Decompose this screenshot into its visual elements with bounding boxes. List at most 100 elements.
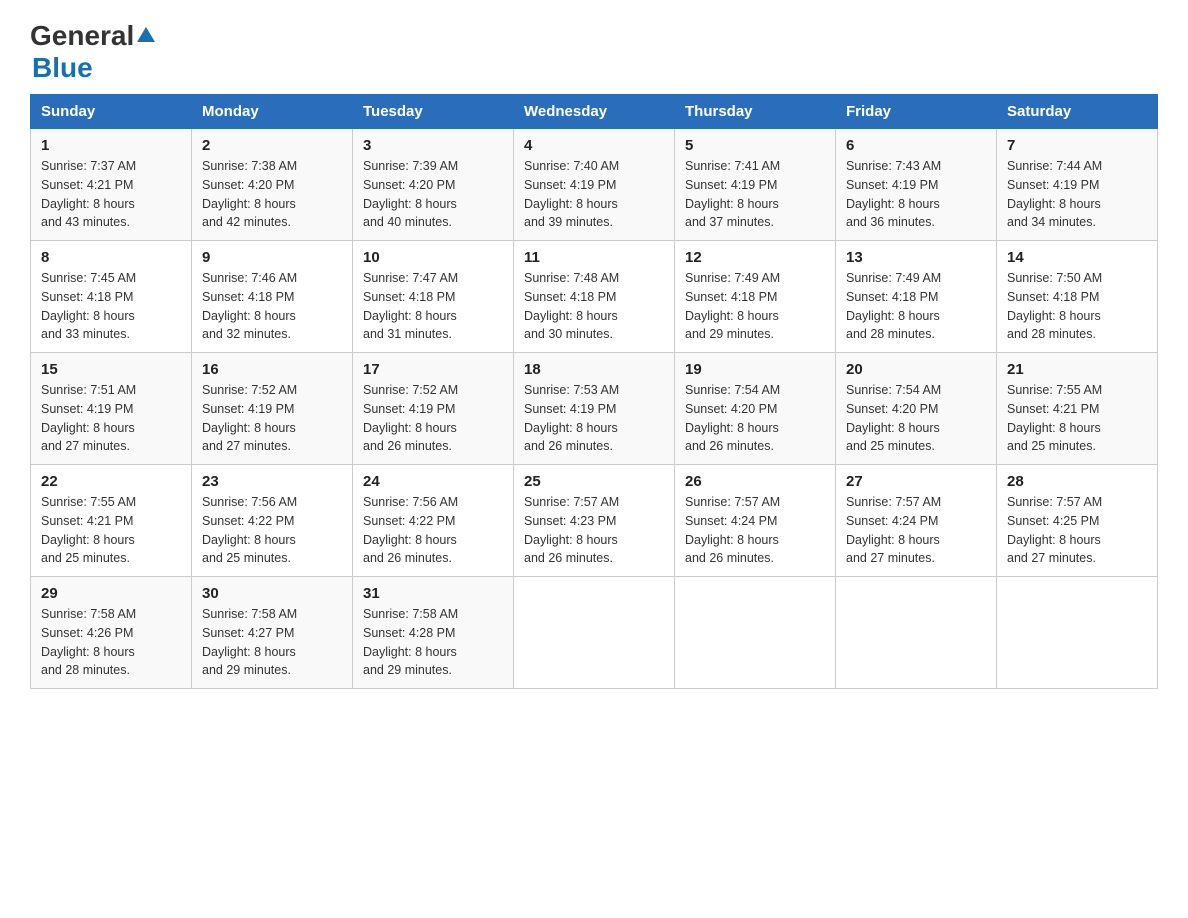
day-number: 27 [846,473,986,490]
day-number: 8 [41,249,181,266]
day-info: Sunrise: 7:41 AMSunset: 4:19 PMDaylight:… [685,159,780,229]
day-info: Sunrise: 7:49 AMSunset: 4:18 PMDaylight:… [846,271,941,341]
day-number: 18 [524,361,664,378]
day-number: 11 [524,249,664,266]
calendar-week-4: 22 Sunrise: 7:55 AMSunset: 4:21 PMDaylig… [31,465,1158,577]
weekday-header-sunday: Sunday [31,95,192,129]
day-info: Sunrise: 7:58 AMSunset: 4:26 PMDaylight:… [41,607,136,677]
calendar-cell: 30 Sunrise: 7:58 AMSunset: 4:27 PMDaylig… [192,577,353,689]
weekday-header-friday: Friday [836,95,997,129]
day-info: Sunrise: 7:54 AMSunset: 4:20 PMDaylight:… [685,383,780,453]
day-number: 29 [41,585,181,602]
day-info: Sunrise: 7:45 AMSunset: 4:18 PMDaylight:… [41,271,136,341]
weekday-header-row: SundayMondayTuesdayWednesdayThursdayFrid… [31,95,1158,129]
logo-blue-text: Blue [32,52,93,83]
day-number: 30 [202,585,342,602]
day-info: Sunrise: 7:48 AMSunset: 4:18 PMDaylight:… [524,271,619,341]
day-info: Sunrise: 7:57 AMSunset: 4:25 PMDaylight:… [1007,495,1102,565]
day-number: 6 [846,137,986,154]
logo: General Blue [30,20,155,84]
day-info: Sunrise: 7:56 AMSunset: 4:22 PMDaylight:… [363,495,458,565]
weekday-header-thursday: Thursday [675,95,836,129]
calendar-cell: 14 Sunrise: 7:50 AMSunset: 4:18 PMDaylig… [997,241,1158,353]
day-info: Sunrise: 7:47 AMSunset: 4:18 PMDaylight:… [363,271,458,341]
calendar-cell: 27 Sunrise: 7:57 AMSunset: 4:24 PMDaylig… [836,465,997,577]
calendar-week-2: 8 Sunrise: 7:45 AMSunset: 4:18 PMDayligh… [31,241,1158,353]
day-number: 17 [363,361,503,378]
calendar-cell: 25 Sunrise: 7:57 AMSunset: 4:23 PMDaylig… [514,465,675,577]
day-number: 5 [685,137,825,154]
calendar-cell: 11 Sunrise: 7:48 AMSunset: 4:18 PMDaylig… [514,241,675,353]
calendar-cell: 7 Sunrise: 7:44 AMSunset: 4:19 PMDayligh… [997,129,1158,241]
day-number: 21 [1007,361,1147,378]
day-info: Sunrise: 7:43 AMSunset: 4:19 PMDaylight:… [846,159,941,229]
calendar-week-3: 15 Sunrise: 7:51 AMSunset: 4:19 PMDaylig… [31,353,1158,465]
calendar-cell: 15 Sunrise: 7:51 AMSunset: 4:19 PMDaylig… [31,353,192,465]
calendar-week-5: 29 Sunrise: 7:58 AMSunset: 4:26 PMDaylig… [31,577,1158,689]
day-info: Sunrise: 7:54 AMSunset: 4:20 PMDaylight:… [846,383,941,453]
day-info: Sunrise: 7:40 AMSunset: 4:19 PMDaylight:… [524,159,619,229]
day-number: 16 [202,361,342,378]
calendar-cell: 3 Sunrise: 7:39 AMSunset: 4:20 PMDayligh… [353,129,514,241]
day-info: Sunrise: 7:52 AMSunset: 4:19 PMDaylight:… [363,383,458,453]
day-number: 2 [202,137,342,154]
calendar-cell: 5 Sunrise: 7:41 AMSunset: 4:19 PMDayligh… [675,129,836,241]
day-number: 13 [846,249,986,266]
day-number: 14 [1007,249,1147,266]
calendar-cell: 26 Sunrise: 7:57 AMSunset: 4:24 PMDaylig… [675,465,836,577]
calendar-cell: 23 Sunrise: 7:56 AMSunset: 4:22 PMDaylig… [192,465,353,577]
day-number: 10 [363,249,503,266]
calendar-cell: 12 Sunrise: 7:49 AMSunset: 4:18 PMDaylig… [675,241,836,353]
day-info: Sunrise: 7:58 AMSunset: 4:28 PMDaylight:… [363,607,458,677]
calendar-cell: 4 Sunrise: 7:40 AMSunset: 4:19 PMDayligh… [514,129,675,241]
day-info: Sunrise: 7:55 AMSunset: 4:21 PMDaylight:… [41,495,136,565]
day-info: Sunrise: 7:37 AMSunset: 4:21 PMDaylight:… [41,159,136,229]
calendar-cell: 1 Sunrise: 7:37 AMSunset: 4:21 PMDayligh… [31,129,192,241]
calendar-cell: 22 Sunrise: 7:55 AMSunset: 4:21 PMDaylig… [31,465,192,577]
page-header: General Blue [30,20,1158,84]
logo-general-text: General [30,20,134,52]
day-info: Sunrise: 7:58 AMSunset: 4:27 PMDaylight:… [202,607,297,677]
weekday-header-tuesday: Tuesday [353,95,514,129]
day-number: 31 [363,585,503,602]
calendar-cell: 9 Sunrise: 7:46 AMSunset: 4:18 PMDayligh… [192,241,353,353]
calendar-cell: 8 Sunrise: 7:45 AMSunset: 4:18 PMDayligh… [31,241,192,353]
day-info: Sunrise: 7:44 AMSunset: 4:19 PMDaylight:… [1007,159,1102,229]
day-info: Sunrise: 7:49 AMSunset: 4:18 PMDaylight:… [685,271,780,341]
calendar-cell: 21 Sunrise: 7:55 AMSunset: 4:21 PMDaylig… [997,353,1158,465]
day-number: 4 [524,137,664,154]
day-info: Sunrise: 7:55 AMSunset: 4:21 PMDaylight:… [1007,383,1102,453]
day-number: 9 [202,249,342,266]
day-number: 24 [363,473,503,490]
day-info: Sunrise: 7:57 AMSunset: 4:24 PMDaylight:… [846,495,941,565]
day-number: 3 [363,137,503,154]
day-number: 15 [41,361,181,378]
day-number: 26 [685,473,825,490]
day-info: Sunrise: 7:39 AMSunset: 4:20 PMDaylight:… [363,159,458,229]
day-number: 7 [1007,137,1147,154]
day-info: Sunrise: 7:56 AMSunset: 4:22 PMDaylight:… [202,495,297,565]
day-number: 19 [685,361,825,378]
day-number: 1 [41,137,181,154]
day-info: Sunrise: 7:52 AMSunset: 4:19 PMDaylight:… [202,383,297,453]
day-info: Sunrise: 7:53 AMSunset: 4:19 PMDaylight:… [524,383,619,453]
calendar-cell [836,577,997,689]
calendar-cell: 18 Sunrise: 7:53 AMSunset: 4:19 PMDaylig… [514,353,675,465]
calendar-cell [675,577,836,689]
calendar-cell: 29 Sunrise: 7:58 AMSunset: 4:26 PMDaylig… [31,577,192,689]
calendar-cell: 17 Sunrise: 7:52 AMSunset: 4:19 PMDaylig… [353,353,514,465]
weekday-header-saturday: Saturday [997,95,1158,129]
weekday-header-monday: Monday [192,95,353,129]
day-info: Sunrise: 7:38 AMSunset: 4:20 PMDaylight:… [202,159,297,229]
calendar-cell: 19 Sunrise: 7:54 AMSunset: 4:20 PMDaylig… [675,353,836,465]
weekday-header-wednesday: Wednesday [514,95,675,129]
calendar-cell: 20 Sunrise: 7:54 AMSunset: 4:20 PMDaylig… [836,353,997,465]
calendar-cell: 16 Sunrise: 7:52 AMSunset: 4:19 PMDaylig… [192,353,353,465]
calendar-cell [997,577,1158,689]
day-number: 25 [524,473,664,490]
calendar-cell: 28 Sunrise: 7:57 AMSunset: 4:25 PMDaylig… [997,465,1158,577]
day-number: 23 [202,473,342,490]
day-number: 12 [685,249,825,266]
logo-triangle-icon [137,27,155,42]
day-number: 20 [846,361,986,378]
